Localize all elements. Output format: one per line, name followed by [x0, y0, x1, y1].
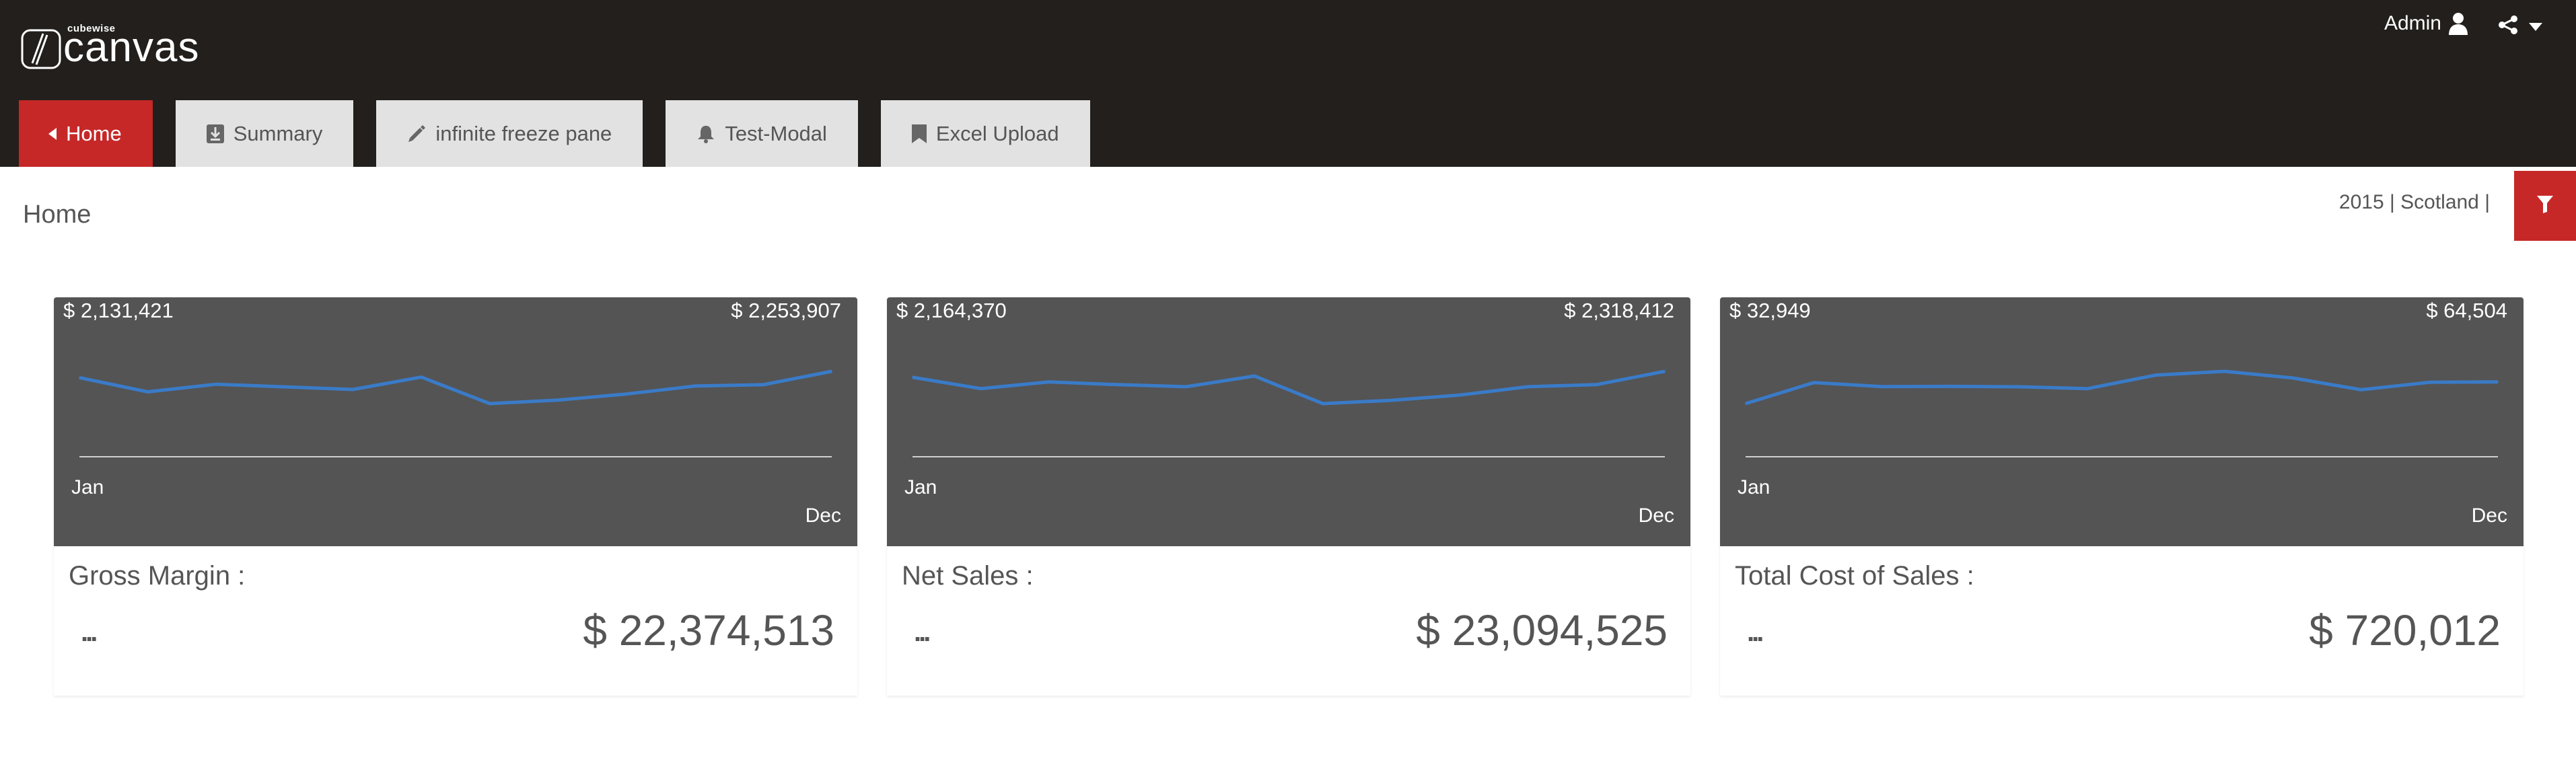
pen-logo-icon — [21, 29, 61, 69]
max-value: $ 2,253,907 — [731, 299, 841, 322]
sparkline-point-feb — [1813, 381, 1815, 383]
sparkline-chart — [79, 369, 832, 457]
sparkline-point-apr — [1949, 385, 1952, 387]
card-total-value: $ 23,094,525 — [1416, 606, 1668, 655]
caret-left-icon — [48, 127, 57, 140]
canvas-logo[interactable]: cubewise canvas — [20, 23, 199, 69]
max-value: $ 2,318,412 — [1564, 299, 1674, 322]
tab-label: Summary — [233, 121, 323, 145]
sparkline-panel: $ 32,949 $ 64,504 Jan Dec — [1720, 297, 2524, 546]
sparkline-point-dec — [2497, 381, 2499, 383]
page-title: Home — [23, 200, 92, 229]
sparkline-point-nov — [1596, 383, 1598, 385]
sparkline-point-aug — [557, 399, 559, 401]
max-value: $ 64,504 — [2426, 299, 2507, 322]
tab-test-modal[interactable]: Test-Modal — [666, 100, 858, 167]
card-total-value: $ 720,012 — [2309, 606, 2501, 655]
sparkline-point-sep — [626, 393, 628, 395]
more-options-button[interactable]: ... — [914, 618, 931, 648]
share-menu[interactable] — [2498, 15, 2542, 38]
kpi-card-gross-margin: $ 2,131,421 $ 2,253,907 Jan Dec Gross Ma… — [54, 297, 857, 696]
end-label: Dec — [805, 505, 841, 527]
sparkline-point-feb — [147, 391, 149, 393]
tab-label: Excel Upload — [935, 121, 1059, 145]
chevron-down-icon — [2529, 22, 2542, 31]
sparkline-point-may — [1185, 385, 1187, 387]
filter-button[interactable] — [2514, 171, 2576, 241]
sparkline-point-jun — [421, 376, 423, 378]
card-title: Total Cost of Sales : — [1735, 561, 1974, 591]
sparkline-series — [1745, 369, 2499, 406]
min-value: $ 32,949 — [1729, 299, 1811, 322]
start-label: Jan — [904, 476, 937, 498]
tab-excel-upload[interactable]: Excel Upload — [880, 100, 1090, 167]
share-icon — [2498, 15, 2518, 38]
download-icon — [206, 124, 224, 143]
start-label: Jan — [1738, 476, 1770, 498]
sparkline-series — [912, 369, 1666, 406]
filter-icon — [2537, 195, 2553, 217]
sparkline-point-aug — [1390, 400, 1392, 402]
sparkline-point-jun — [2087, 387, 2089, 389]
card-total-value: $ 22,374,513 — [583, 606, 834, 655]
pencil-icon — [407, 124, 426, 143]
end-label: Dec — [1638, 505, 1674, 527]
sparkline-point-feb — [980, 387, 982, 389]
kpi-card-net-sales: $ 2,164,370 $ 2,318,412 Jan Dec Net Sale… — [887, 297, 1690, 696]
bookmark-icon — [911, 124, 927, 143]
sparkline-point-apr — [1116, 383, 1118, 385]
sparkline-point-jul — [1322, 403, 1324, 404]
user-menu[interactable]: Admin — [2384, 12, 2468, 35]
sparkline-point-nov — [2429, 381, 2431, 383]
sparkline-point-oct — [2360, 389, 2362, 391]
user-name: Admin — [2384, 12, 2441, 34]
tab-summary[interactable]: Summary — [175, 100, 354, 167]
sparkline-point-may — [2018, 385, 2020, 387]
sparkline-point-sep — [1459, 394, 1461, 396]
sparkline-point-mar — [1048, 381, 1050, 383]
min-value: $ 2,131,421 — [63, 299, 174, 322]
tab-home[interactable]: Home — [19, 100, 153, 167]
min-value: $ 2,164,370 — [896, 299, 1007, 322]
sparkline-point-oct — [694, 385, 696, 387]
bell-icon — [696, 124, 715, 143]
sparkline-point-apr — [283, 386, 285, 388]
sparkline-point-may — [352, 389, 354, 391]
card-title: Gross Margin : — [69, 561, 246, 591]
more-options-button[interactable]: ... — [81, 618, 98, 648]
context-breadcrumb: 2015 | Scotland | — [2338, 191, 2490, 213]
start-label: Jan — [71, 476, 104, 498]
tab-label: Home — [66, 121, 122, 145]
kpi-card-total-cost-of-sales: $ 32,949 $ 64,504 Jan Dec Total Cost of … — [1720, 297, 2524, 696]
sparkline-point-aug — [2223, 371, 2225, 372]
brand-name: canvas — [63, 24, 200, 71]
more-options-button[interactable]: ... — [1747, 618, 1764, 648]
tab-label: Test-Modal — [725, 121, 827, 145]
sparkline-panel: $ 2,164,370 $ 2,318,412 Jan Dec — [887, 297, 1690, 546]
sparkline-point-dec — [1664, 371, 1666, 372]
tab-infinite-freeze-pane[interactable]: infinite freeze pane — [376, 100, 643, 167]
sparkline-point-jun — [1254, 375, 1256, 377]
sparkline-series — [79, 369, 832, 406]
sparkline-point-jul — [2155, 374, 2157, 376]
card-title: Net Sales : — [902, 561, 1034, 591]
end-label: Dec — [2471, 505, 2507, 527]
sparkline-point-jan — [79, 377, 80, 379]
sparkline-point-jan — [912, 376, 913, 378]
tab-bar: Home Summary infinite freeze pane Test-M… — [19, 100, 1113, 167]
sparkline-point-nov — [762, 383, 764, 385]
sparkline-point-jul — [489, 403, 491, 404]
sparkline-panel: $ 2,131,421 $ 2,253,907 Jan Dec — [54, 297, 857, 546]
top-navbar: cubewise canvas Admin Home Summary infin… — [0, 0, 2576, 167]
sparkline-point-dec — [831, 371, 832, 372]
sparkline-point-sep — [2292, 377, 2294, 379]
tab-label: infinite freeze pane — [435, 121, 612, 145]
user-icon — [2448, 12, 2468, 35]
sparkline-point-oct — [1527, 385, 1529, 387]
sparkline-chart — [1745, 369, 2499, 457]
sparkline-chart — [912, 369, 1666, 457]
sparkline-point-mar — [215, 383, 217, 385]
sparkline-point-mar — [1882, 385, 1884, 387]
sparkline-point-jan — [1745, 403, 1746, 404]
